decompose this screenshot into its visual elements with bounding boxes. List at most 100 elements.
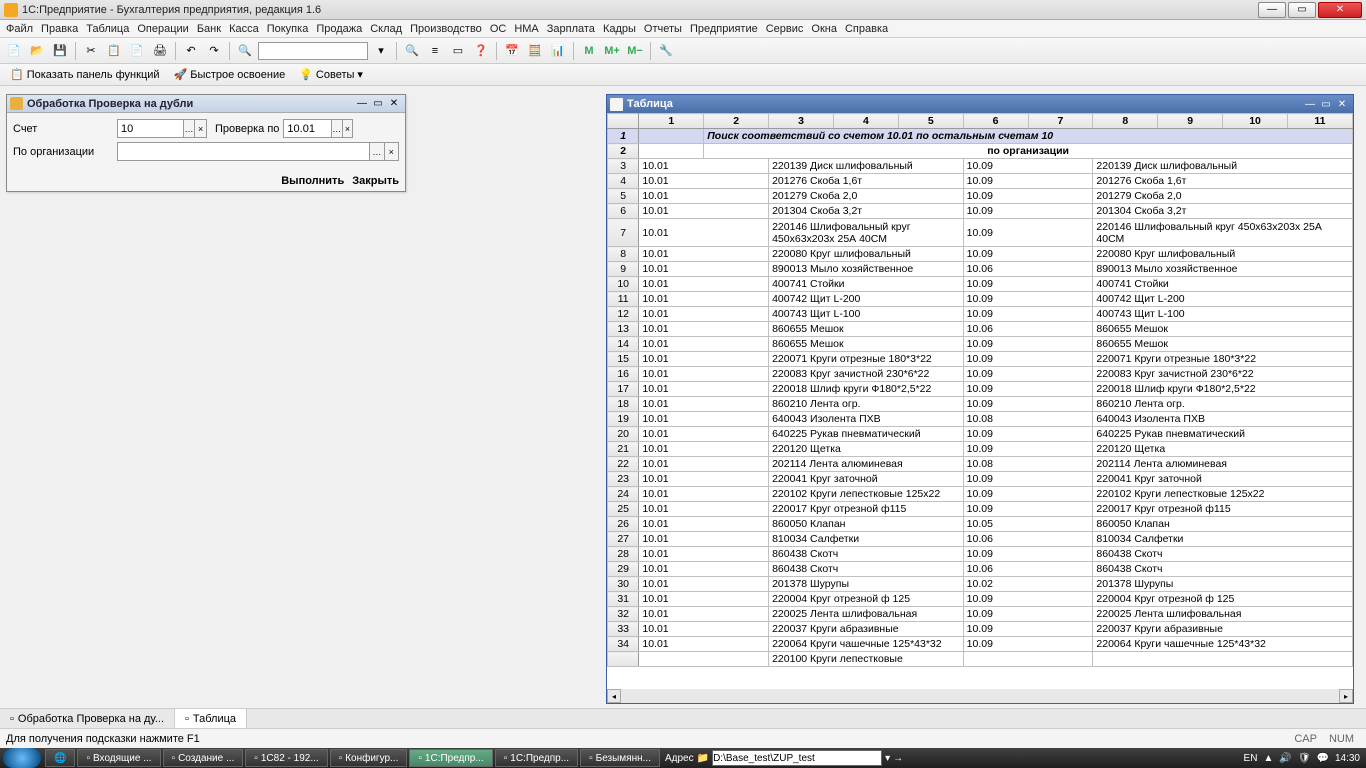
- table-row[interactable]: 3210.01220025 Лента шлифовальная10.09220…: [608, 607, 1353, 622]
- table-minimize-button[interactable]: —: [1302, 97, 1318, 111]
- taskbar-app[interactable]: ▫Конфигур...: [330, 749, 408, 767]
- table-close-button[interactable]: ✕: [1334, 97, 1350, 111]
- row-number[interactable]: 32: [608, 607, 639, 622]
- cell[interactable]: 860655 Мешок: [1093, 337, 1353, 352]
- cell[interactable]: 10.09: [963, 442, 1093, 457]
- table-row[interactable]: 2210.01202114 Лента алюминевая10.0820211…: [608, 457, 1353, 472]
- cell[interactable]: 10.01: [639, 262, 769, 277]
- cell[interactable]: [639, 652, 769, 667]
- cell[interactable]: 220025 Лента шлифовальная: [1093, 607, 1353, 622]
- table-row[interactable]: 1010.01400741 Стойки10.09400741 Стойки: [608, 277, 1353, 292]
- table-row[interactable]: 2010.01640225 Рукав пневматический10.096…: [608, 427, 1353, 442]
- cell[interactable]: 10.05: [963, 517, 1093, 532]
- cell[interactable]: 201378 Шурупы: [769, 577, 964, 592]
- col-header[interactable]: 2: [704, 114, 769, 129]
- col-header[interactable]: 9: [1158, 114, 1223, 129]
- table-row[interactable]: 710.01220146 Шлифовальный круг 450х63х20…: [608, 219, 1353, 247]
- col-header[interactable]: 3: [769, 114, 834, 129]
- cell[interactable]: 10.09: [963, 307, 1093, 322]
- cell[interactable]: 10.02: [963, 577, 1093, 592]
- cell[interactable]: 10.01: [639, 592, 769, 607]
- tray-icon[interactable]: 💬: [1317, 753, 1329, 764]
- cell[interactable]: 400743 Щит L-100: [769, 307, 964, 322]
- table-row[interactable]: 220100 Круги лепестковые: [608, 652, 1353, 667]
- lang-indicator[interactable]: EN: [1244, 753, 1258, 764]
- menu-item[interactable]: Склад: [370, 23, 402, 35]
- cell[interactable]: 220017 Круг отрезной ф115: [1093, 502, 1353, 517]
- cell[interactable]: 10.09: [963, 637, 1093, 652]
- table-row[interactable]: 310.01220139 Диск шлифовальный10.0922013…: [608, 159, 1353, 174]
- table-row[interactable]: 910.01890013 Мыло хозяйственное10.068900…: [608, 262, 1353, 277]
- col-header[interactable]: 10: [1223, 114, 1288, 129]
- cell[interactable]: 10.01: [639, 487, 769, 502]
- search-input[interactable]: [258, 42, 368, 60]
- cell[interactable]: 10.01: [639, 307, 769, 322]
- cell[interactable]: 220102 Круги лепестковые 125х22: [769, 487, 964, 502]
- cell[interactable]: 10.01: [639, 412, 769, 427]
- cell[interactable]: 810034 Салфетки: [769, 532, 964, 547]
- row-number[interactable]: 7: [608, 219, 639, 247]
- row-number[interactable]: 15: [608, 352, 639, 367]
- row-number[interactable]: 20: [608, 427, 639, 442]
- cell[interactable]: 860050 Клапан: [769, 517, 964, 532]
- cell[interactable]: 10.09: [963, 159, 1093, 174]
- cell[interactable]: 10.01: [639, 352, 769, 367]
- cell[interactable]: 10.09: [963, 219, 1093, 247]
- clock[interactable]: 14:30: [1335, 753, 1360, 764]
- cell[interactable]: 201276 Скоба 1,6т: [1093, 174, 1353, 189]
- table-body[interactable]: 12345678910111Поиск соответствий со счет…: [607, 113, 1353, 689]
- row-number[interactable]: 11: [608, 292, 639, 307]
- cell[interactable]: 10.01: [639, 502, 769, 517]
- cell[interactable]: 640043 Изолента ПХВ: [1093, 412, 1353, 427]
- menu-item[interactable]: Операции: [137, 23, 188, 35]
- cell[interactable]: 400741 Стойки: [769, 277, 964, 292]
- cell[interactable]: 10.09: [963, 547, 1093, 562]
- help-icon[interactable]: ❓: [471, 41, 491, 61]
- cell[interactable]: 220120 Щетка: [1093, 442, 1353, 457]
- dropdown-icon[interactable]: ▾: [371, 41, 391, 61]
- cell[interactable]: 10.01: [639, 637, 769, 652]
- col-header[interactable]: 6: [963, 114, 1028, 129]
- row-number[interactable]: 8: [608, 247, 639, 262]
- taskbar-app[interactable]: 🌐: [45, 749, 75, 767]
- cell[interactable]: 10.09: [963, 487, 1093, 502]
- col-header[interactable]: 11: [1287, 114, 1352, 129]
- addr-go-icon[interactable]: →: [893, 753, 903, 764]
- cell[interactable]: 201304 Скоба 3,2т: [1093, 204, 1353, 219]
- cell[interactable]: 10.09: [963, 352, 1093, 367]
- row-number[interactable]: 18: [608, 397, 639, 412]
- table-row[interactable]: 2910.01860438 Скотч10.06860438 Скотч: [608, 562, 1353, 577]
- cell[interactable]: 201279 Скоба 2,0: [769, 189, 964, 204]
- wintab-table[interactable]: ▫ Таблица: [175, 709, 247, 728]
- cell[interactable]: 10.01: [639, 532, 769, 547]
- cell[interactable]: 10.01: [639, 382, 769, 397]
- cell[interactable]: 10.01: [639, 442, 769, 457]
- cell[interactable]: 10.09: [963, 204, 1093, 219]
- table-row[interactable]: 810.01220080 Круг шлифовальный10.0922008…: [608, 247, 1353, 262]
- m-plus-button[interactable]: M+: [602, 41, 622, 61]
- cell[interactable]: 220083 Круг зачистной 230*6*22: [769, 367, 964, 382]
- cell[interactable]: 10.01: [639, 189, 769, 204]
- table-row[interactable]: 1110.01400742 Щит L-20010.09400742 Щит L…: [608, 292, 1353, 307]
- cell[interactable]: 201276 Скоба 1,6т: [769, 174, 964, 189]
- cell[interactable]: 10.09: [963, 472, 1093, 487]
- cell[interactable]: 640225 Рукав пневматический: [1093, 427, 1353, 442]
- cell[interactable]: 220102 Круги лепестковые 125х22: [1093, 487, 1353, 502]
- table-row[interactable]: 2410.01220102 Круги лепестковые 125х2210…: [608, 487, 1353, 502]
- col-header[interactable]: 8: [1093, 114, 1158, 129]
- row-number[interactable]: 21: [608, 442, 639, 457]
- cell[interactable]: 860438 Скотч: [1093, 547, 1353, 562]
- cell[interactable]: 860655 Мешок: [769, 322, 964, 337]
- copy-icon[interactable]: 📋: [104, 41, 124, 61]
- check-clear-button[interactable]: ×: [342, 120, 353, 137]
- menu-item[interactable]: Окна: [811, 23, 837, 35]
- cell[interactable]: 10.09: [963, 189, 1093, 204]
- table-row[interactable]: 1910.01640043 Изолента ПХВ10.08640043 Из…: [608, 412, 1353, 427]
- print-icon[interactable]: 🖨: [150, 41, 170, 61]
- menu-item[interactable]: Банк: [197, 23, 221, 35]
- dialog-close-button[interactable]: ✕: [386, 97, 402, 111]
- cell[interactable]: 201304 Скоба 3,2т: [769, 204, 964, 219]
- table-row[interactable]: 1710.01220018 Шлиф круги Ф180*2,5*2210.0…: [608, 382, 1353, 397]
- cell[interactable]: 220037 Круги абразивные: [1093, 622, 1353, 637]
- row-number[interactable]: 5: [608, 189, 639, 204]
